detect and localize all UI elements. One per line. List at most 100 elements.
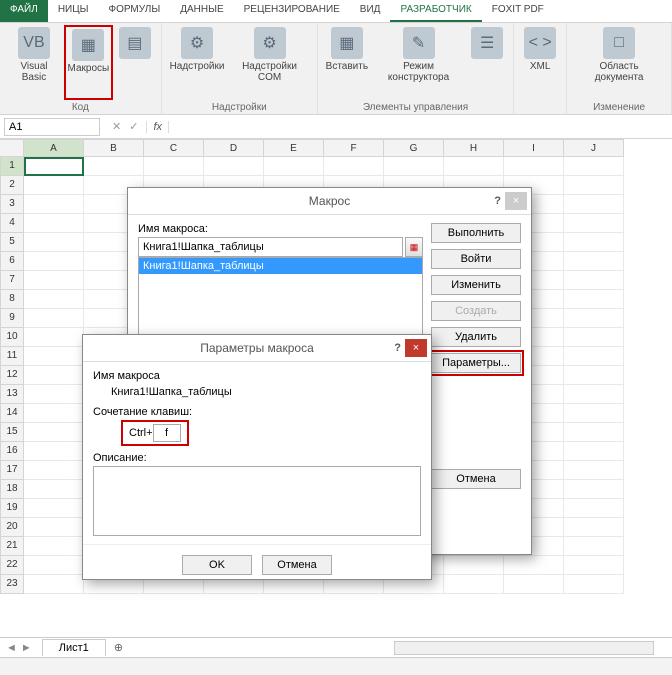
cell[interactable] — [24, 442, 84, 461]
cell[interactable] — [384, 157, 444, 176]
row-header[interactable]: 15 — [0, 423, 24, 442]
cell[interactable] — [264, 157, 324, 176]
column-header[interactable]: J — [564, 139, 624, 157]
cell[interactable] — [444, 556, 504, 575]
row-header[interactable]: 16 — [0, 442, 24, 461]
tab-2[interactable]: ДАННЫЕ — [170, 0, 233, 22]
cell[interactable] — [24, 290, 84, 309]
cell[interactable] — [564, 385, 624, 404]
new-sheet-icon[interactable]: ⊕ — [106, 639, 131, 656]
cell[interactable] — [564, 518, 624, 537]
run-button[interactable]: Выполнить — [431, 223, 521, 243]
ribbon-button[interactable]: ⚙Надстройки — [168, 25, 227, 100]
row-header[interactable]: 23 — [0, 575, 24, 594]
cell[interactable] — [24, 271, 84, 290]
column-header[interactable]: D — [204, 139, 264, 157]
ribbon-button[interactable]: < >XML — [520, 25, 560, 111]
row-header[interactable]: 18 — [0, 480, 24, 499]
cell[interactable] — [564, 233, 624, 252]
tab-4[interactable]: ВИД — [350, 0, 391, 22]
cell[interactable] — [564, 480, 624, 499]
cell[interactable] — [24, 499, 84, 518]
column-header[interactable]: A — [24, 139, 84, 157]
shortcut-key-input[interactable] — [153, 424, 181, 442]
cell[interactable] — [564, 157, 624, 176]
ok-button[interactable]: OK — [182, 555, 252, 575]
help-icon[interactable]: ? — [394, 342, 401, 354]
row-header[interactable]: 19 — [0, 499, 24, 518]
row-header[interactable]: 11 — [0, 347, 24, 366]
step-button[interactable]: Войти — [431, 249, 521, 269]
row-header[interactable]: 9 — [0, 309, 24, 328]
ribbon-button[interactable]: ✎Режим конструктора — [372, 25, 465, 100]
cancel-button[interactable]: Отмена — [431, 469, 521, 489]
row-header[interactable]: 22 — [0, 556, 24, 575]
edit-button[interactable]: Изменить — [431, 275, 521, 295]
help-icon[interactable]: ? — [494, 195, 501, 207]
cell[interactable] — [84, 157, 144, 176]
column-header[interactable]: I — [504, 139, 564, 157]
cell[interactable] — [24, 461, 84, 480]
tab-file[interactable]: ФАЙЛ — [0, 0, 48, 22]
delete-button[interactable]: Удалить — [431, 327, 521, 347]
tab-1[interactable]: ФОРМУЛЫ — [98, 0, 170, 22]
column-header[interactable]: H — [444, 139, 504, 157]
cell[interactable] — [564, 537, 624, 556]
cell[interactable] — [24, 366, 84, 385]
cell[interactable] — [564, 404, 624, 423]
cancel-icon[interactable]: ✕ — [112, 120, 121, 133]
cell[interactable] — [24, 157, 84, 176]
cell[interactable] — [564, 499, 624, 518]
macro-list-item[interactable]: Книга1!Шапка_таблицы — [139, 258, 422, 274]
horizontal-scrollbar[interactable] — [394, 641, 654, 655]
cell[interactable] — [24, 195, 84, 214]
row-header[interactable]: 4 — [0, 214, 24, 233]
cell[interactable] — [444, 575, 504, 594]
ribbon-button[interactable]: ☰ — [467, 25, 507, 100]
tab-developer[interactable]: РАЗРАБОТЧИК — [390, 0, 481, 22]
formula-input[interactable] — [169, 119, 672, 135]
close-icon[interactable]: × — [405, 339, 427, 357]
ribbon-button[interactable]: ▦Вставить — [324, 25, 370, 100]
row-header[interactable]: 10 — [0, 328, 24, 347]
cell[interactable] — [24, 233, 84, 252]
cell[interactable] — [24, 347, 84, 366]
cell[interactable] — [564, 575, 624, 594]
cell[interactable] — [564, 423, 624, 442]
cell[interactable] — [564, 271, 624, 290]
row-header[interactable]: 17 — [0, 461, 24, 480]
row-header[interactable]: 14 — [0, 404, 24, 423]
sheet-tab[interactable]: Лист1 — [42, 639, 106, 656]
cell[interactable] — [24, 518, 84, 537]
cell[interactable] — [564, 366, 624, 385]
ribbon-button[interactable]: ▤ — [115, 25, 155, 100]
cell[interactable] — [564, 309, 624, 328]
ribbon-button[interactable]: ⚙Надстройки COM — [228, 25, 311, 100]
close-icon[interactable]: × — [505, 192, 527, 210]
cell[interactable] — [564, 328, 624, 347]
sheet-nav-prev-icon[interactable]: ◄ — [6, 642, 17, 654]
cell[interactable] — [24, 176, 84, 195]
cell[interactable] — [24, 385, 84, 404]
enter-icon[interactable]: ✓ — [129, 120, 138, 133]
cell[interactable] — [564, 442, 624, 461]
tab-0[interactable]: НИЦЫ — [48, 0, 99, 22]
select-all-corner[interactable] — [0, 139, 24, 157]
cell[interactable] — [504, 575, 564, 594]
cell[interactable] — [564, 176, 624, 195]
tab-6[interactable]: Foxit PDF — [482, 0, 554, 22]
row-header[interactable]: 12 — [0, 366, 24, 385]
cell[interactable] — [324, 157, 384, 176]
cell[interactable] — [564, 195, 624, 214]
cell[interactable] — [24, 252, 84, 271]
column-header[interactable]: C — [144, 139, 204, 157]
cell[interactable] — [24, 214, 84, 233]
ribbon-button[interactable]: VBVisual Basic — [6, 25, 62, 100]
description-input[interactable] — [93, 466, 421, 536]
cell[interactable] — [564, 252, 624, 271]
macro-name-input[interactable] — [138, 237, 403, 257]
cell[interactable] — [564, 461, 624, 480]
row-header[interactable]: 3 — [0, 195, 24, 214]
column-header[interactable]: E — [264, 139, 324, 157]
cell[interactable] — [504, 157, 564, 176]
